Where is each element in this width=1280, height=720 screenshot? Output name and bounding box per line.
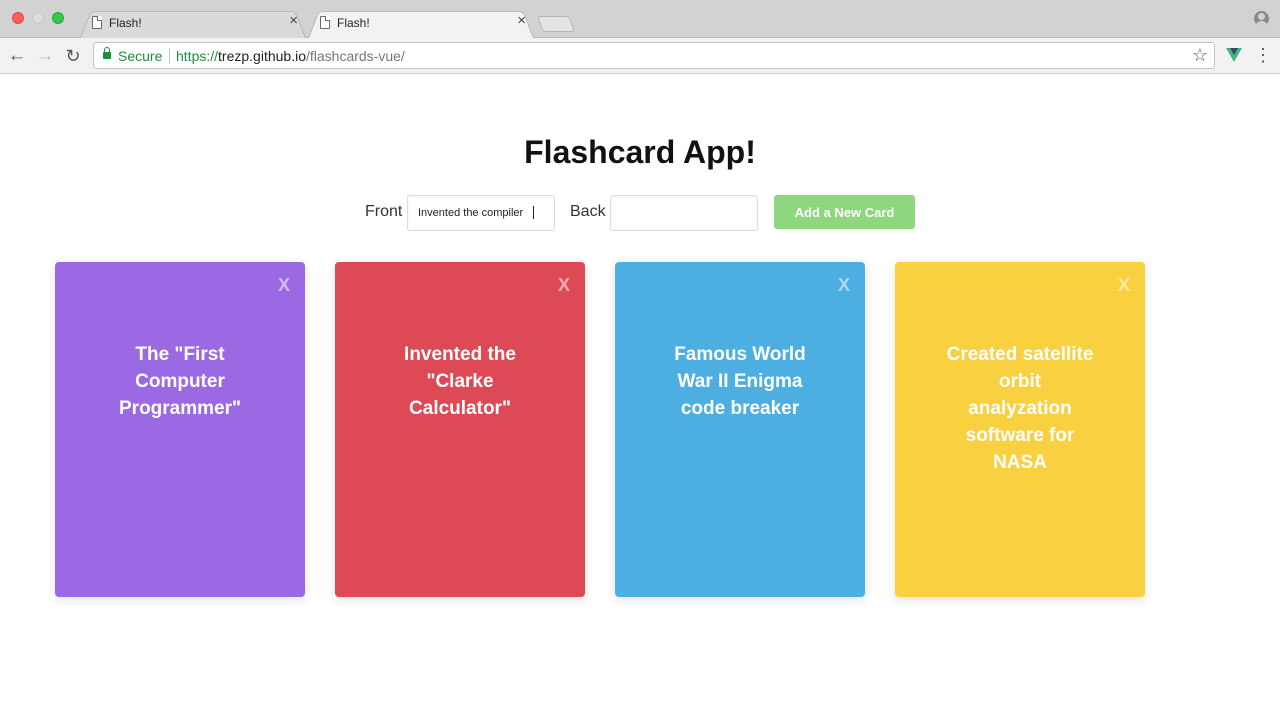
close-window-button[interactable]	[12, 12, 24, 24]
card-text: Famous World War II Enigma code breaker	[674, 344, 806, 419]
card-text: Invented the "Clarke Calculator"	[404, 344, 516, 419]
vue-devtools-icon[interactable]	[1226, 48, 1242, 62]
delete-card-button[interactable]: X	[838, 275, 850, 296]
page-content: Flashcard App! Front Back Add a New Card…	[0, 75, 1280, 720]
tab-title: Flash!	[337, 16, 370, 30]
document-icon	[92, 16, 102, 29]
back-input[interactable]	[610, 195, 758, 231]
back-arrow-icon[interactable]: ←	[4, 43, 30, 69]
browser-toolbar: ← → ↻ Secure https://trezp.github.io/fla…	[0, 38, 1280, 74]
back-label: Back	[570, 203, 606, 220]
flashcard[interactable]: X Famous World War II Enigma code breake…	[615, 262, 865, 597]
profile-icon[interactable]	[1254, 11, 1269, 26]
address-bar[interactable]: Secure https://trezp.github.io/flashcard…	[93, 42, 1215, 69]
lock-icon	[103, 47, 111, 59]
menu-icon[interactable]: ⋮	[1254, 46, 1272, 64]
forward-arrow-icon[interactable]: →	[32, 43, 58, 69]
flashcard[interactable]: X Invented the "Clarke Calculator"	[335, 262, 585, 597]
tab-title: Flash!	[109, 16, 142, 30]
card-text: Created satellite orbit analyzation soft…	[946, 344, 1094, 473]
front-label: Front	[365, 203, 403, 220]
new-tab-button[interactable]	[537, 16, 575, 32]
flashcard[interactable]: X Created satellite orbit analyzation so…	[895, 262, 1145, 597]
browser-tab[interactable]: Flash! ×	[80, 8, 306, 38]
minimize-window-button[interactable]	[32, 12, 44, 24]
secure-label: Secure	[118, 48, 163, 64]
add-card-button[interactable]: Add a New Card	[774, 195, 915, 229]
flashcard[interactable]: X The "First Computer Programmer"	[55, 262, 305, 597]
zoom-window-button[interactable]	[52, 12, 64, 24]
tab-strip: Flash! × Flash! ×	[0, 0, 1280, 38]
delete-card-button[interactable]: X	[1118, 275, 1130, 296]
bookmark-star-icon[interactable]: ☆	[1192, 45, 1208, 66]
browser-tab-active[interactable]: Flash! ×	[308, 8, 534, 38]
card-text: The "First Computer Programmer"	[119, 344, 241, 419]
document-icon	[320, 16, 330, 29]
tab-close-icon[interactable]: ×	[289, 13, 298, 29]
delete-card-button[interactable]: X	[278, 275, 290, 296]
delete-card-button[interactable]: X	[558, 275, 570, 296]
reload-icon[interactable]: ↻	[60, 43, 86, 69]
page-title: Flashcard App!	[524, 134, 756, 170]
url-text: https://trezp.github.io/flashcards-vue/	[176, 48, 405, 64]
tab-close-icon[interactable]: ×	[517, 13, 526, 29]
url-divider	[169, 48, 170, 64]
text-caret	[533, 206, 534, 219]
